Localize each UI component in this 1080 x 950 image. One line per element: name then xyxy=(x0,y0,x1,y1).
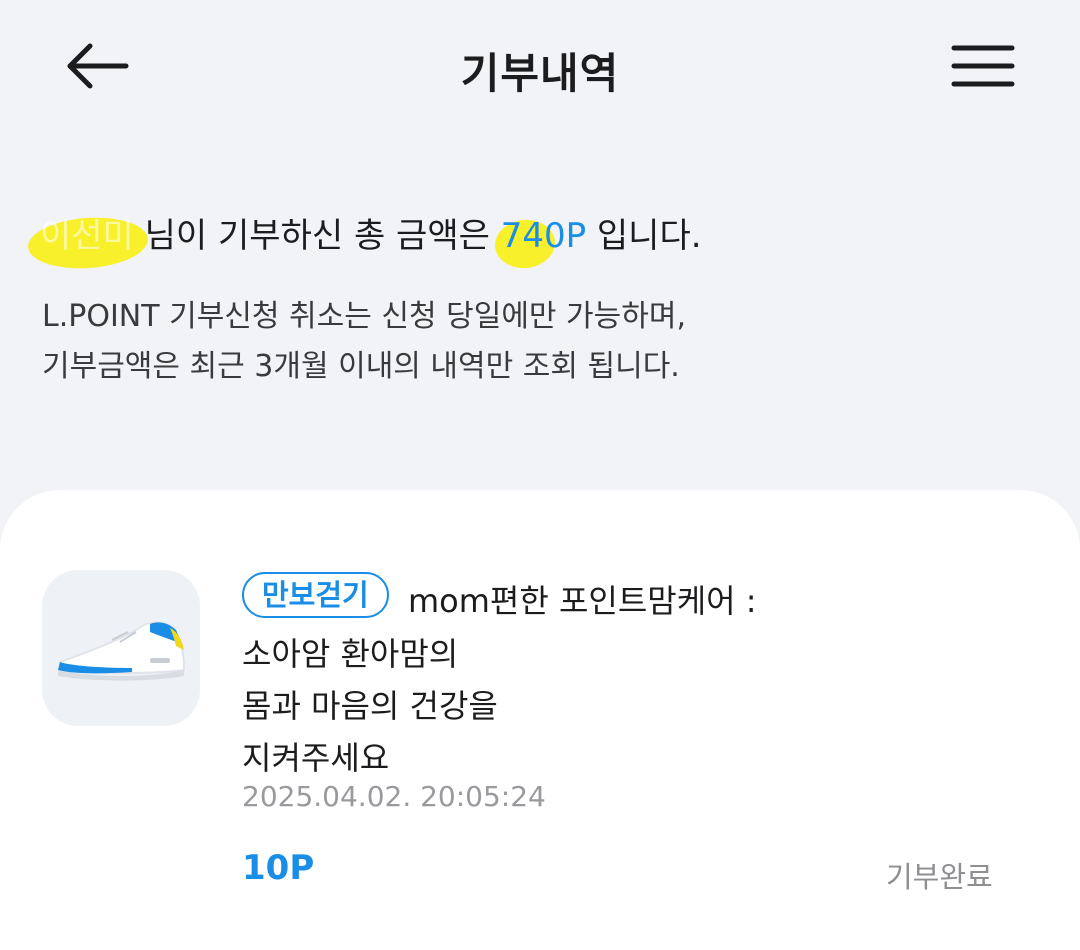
page-title: 기부내역 xyxy=(460,49,620,98)
summary-text-end: 입니다. xyxy=(596,216,702,256)
app-header: 기부내역 xyxy=(0,0,1080,130)
donation-list-card: 만보걷기 mom편한 포인트맘케어 : 소아암 환아맘의 몸과 마음의 건강을 … xyxy=(0,490,1080,950)
status-badge: 기부완료 xyxy=(886,860,993,894)
notice-text: L.POINT 기부신청 취소는 신청 당일에만 가능하며, 기부금액은 최근 … xyxy=(42,292,686,392)
total-amount: 740P xyxy=(492,216,597,272)
campaign-title[interactable]: mom편한 포인트맘케어 : xyxy=(408,576,757,622)
campaign-title-line: 몸과 마음의 건강을 xyxy=(242,687,498,725)
category-tag: 만보걷기 xyxy=(242,572,389,618)
notice-line-1: L.POINT 기부신청 취소는 신청 당일에만 가능하며, xyxy=(42,299,686,334)
hamburger-menu-icon xyxy=(951,45,1015,87)
notice-line-2: 기부금액은 최근 3개월 이내의 내역만 조회 됩니다. xyxy=(42,349,680,384)
user-name: 이선미 xyxy=(26,213,150,273)
campaign-title-line: 지켜주세요 xyxy=(242,739,390,777)
campaign-title-continued: 소아암 환아맘의 몸과 마음의 건강을 지켜주세요 xyxy=(242,628,498,784)
sneaker-icon xyxy=(58,621,185,681)
donation-thumbnail xyxy=(42,570,200,726)
donation-date: 2025.04.02. 20:05:24 xyxy=(242,780,546,813)
summary-text: 님이 기부하신 총 금액은 xyxy=(144,216,501,256)
campaign-title-line: 소아암 환아맘의 xyxy=(242,635,459,673)
donation-points: 10P xyxy=(242,848,315,888)
donation-total-summary: 이선미 님이 기부하신 총 금액은 740P 입니다. xyxy=(26,208,702,273)
menu-button[interactable] xyxy=(950,42,1016,90)
